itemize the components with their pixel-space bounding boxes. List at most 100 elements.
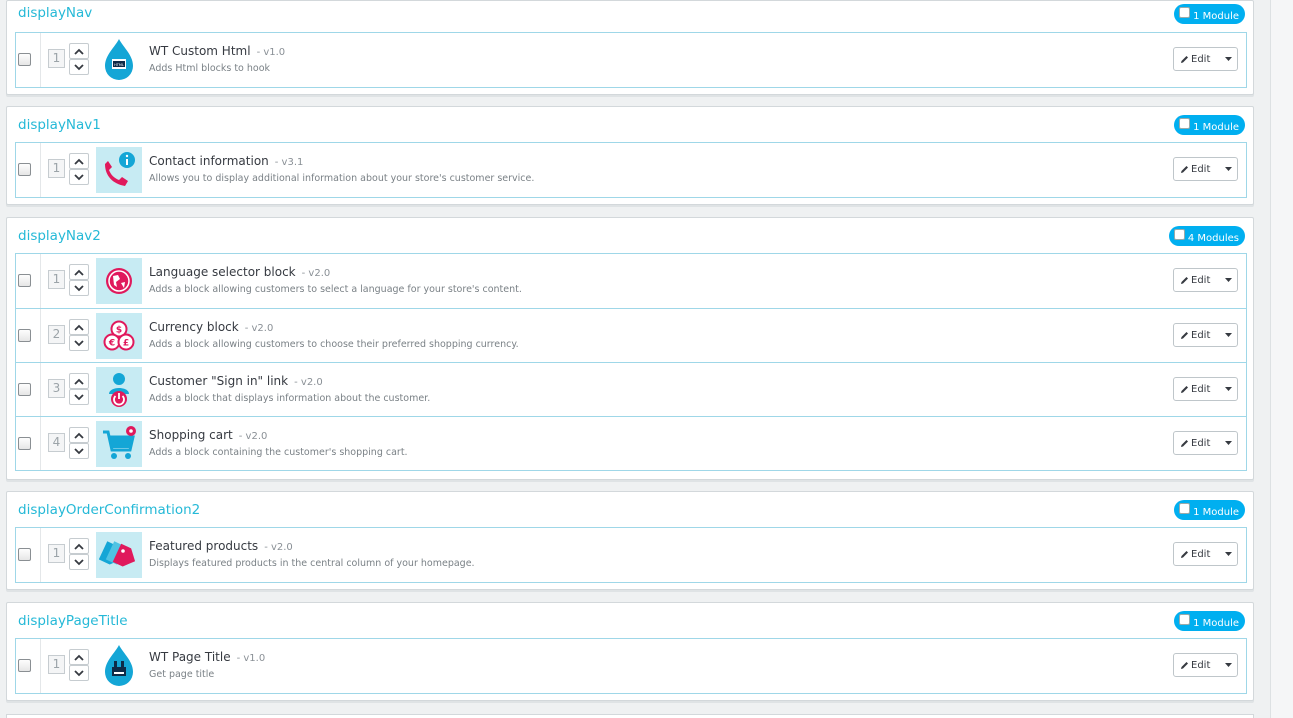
page-title-drop-icon	[96, 643, 142, 689]
chevron-up-icon	[74, 158, 84, 165]
edit-split-button[interactable]: Edit	[1173, 431, 1238, 455]
move-up-button[interactable]	[69, 373, 89, 389]
module-row[interactable]: 1 HTML WT Custom Html - v1.0 Adds Html bl…	[16, 33, 1246, 87]
select-all-checkbox[interactable]	[1179, 502, 1191, 514]
edit-split-button[interactable]: Edit	[1173, 323, 1238, 347]
chevron-up-icon	[74, 324, 84, 331]
edit-button[interactable]: Edit	[1174, 549, 1220, 560]
module-checkbox[interactable]	[18, 274, 31, 287]
module-checkbox[interactable]	[18, 383, 31, 396]
hook-title[interactable]: displayPageTitle	[18, 613, 128, 629]
module-row[interactable]: 2 $ € £ Currency block - v2.0 Adds a block …	[16, 308, 1246, 362]
edit-button[interactable]: Edit	[1174, 438, 1220, 449]
hook-panel-displayNav: displayNav 1 Module 1 HTML WT Custom Htm…	[6, 0, 1254, 95]
module-checkbox[interactable]	[18, 329, 31, 342]
price-tags-icon	[96, 532, 142, 578]
edit-button[interactable]: Edit	[1174, 164, 1220, 175]
move-down-button[interactable]	[69, 389, 89, 405]
module-row[interactable]: 1 Featured products - v2.0 Displays featu…	[16, 528, 1246, 582]
move-down-button[interactable]	[69, 554, 89, 570]
module-list: 1 Language selector block - v2.0 Adds a b…	[15, 253, 1247, 471]
module-row[interactable]: 1 WT Page Title - v1.0 Get page title Edi…	[16, 639, 1246, 693]
module-name: Featured products - v2.0	[149, 539, 293, 553]
edit-button[interactable]: Edit	[1174, 54, 1220, 65]
edit-split-button[interactable]: Edit	[1173, 542, 1238, 566]
hook-title[interactable]: displayNav1	[18, 117, 101, 133]
svg-text:HTML: HTML	[114, 63, 124, 67]
move-up-button[interactable]	[69, 264, 89, 280]
module-count-badge[interactable]: 1 Module	[1174, 4, 1245, 24]
module-row[interactable]: 4 Shopping cart - v2.0 Adds a block conta…	[16, 416, 1246, 470]
hook-title[interactable]: displayNav	[18, 5, 92, 21]
currency-icon: $ € £	[96, 313, 142, 359]
move-up-button[interactable]	[69, 153, 89, 169]
edit-split-button[interactable]: Edit	[1173, 268, 1238, 292]
module-checkbox[interactable]	[18, 437, 31, 450]
move-down-button[interactable]	[69, 665, 89, 681]
move-down-button[interactable]	[69, 169, 89, 185]
position-number: 4	[48, 433, 65, 452]
position-number: 1	[48, 655, 65, 674]
module-description: Displays featured products in the centra…	[149, 558, 475, 569]
module-positions-page: displayNav 1 Module 1 HTML WT Custom Htm…	[0, 0, 1293, 718]
module-description: Adds a block allowing customers to choos…	[149, 339, 519, 350]
module-count-badge[interactable]: 1 Module	[1174, 115, 1245, 135]
module-name: Shopping cart - v2.0	[149, 428, 268, 442]
module-row[interactable]: 1 Contact information - v3.1 Allows you t…	[16, 143, 1246, 197]
chevron-up-icon	[74, 654, 84, 661]
module-checkbox[interactable]	[18, 548, 31, 561]
module-checkbox[interactable]	[18, 659, 31, 672]
select-all-checkbox[interactable]	[1179, 117, 1191, 129]
module-row[interactable]: 3 Customer "Sign in" link - v2.0 Adds a b…	[16, 362, 1246, 416]
edit-button[interactable]: Edit	[1174, 330, 1220, 341]
pencil-icon	[1181, 661, 1188, 669]
module-count-badge[interactable]: 1 Module	[1174, 500, 1245, 520]
page-scrollbar[interactable]	[1270, 0, 1293, 718]
hook-title[interactable]: displayOrderConfirmation2	[18, 502, 200, 518]
hook-title[interactable]: displayNav2	[18, 228, 101, 244]
caret-down-icon[interactable]	[1220, 552, 1237, 556]
move-down-button[interactable]	[69, 335, 89, 351]
move-down-button[interactable]	[69, 59, 89, 75]
caret-down-icon[interactable]	[1220, 278, 1237, 282]
caret-down-icon[interactable]	[1220, 387, 1237, 391]
select-all-checkbox[interactable]	[1179, 613, 1191, 625]
caret-down-icon[interactable]	[1220, 441, 1237, 445]
select-all-checkbox[interactable]	[1179, 6, 1191, 18]
move-up-button[interactable]	[69, 538, 89, 554]
edit-button[interactable]: Edit	[1174, 384, 1220, 395]
caret-down-icon[interactable]	[1220, 167, 1237, 171]
module-count-badge[interactable]: 4 Modules	[1168, 226, 1245, 246]
edit-split-button[interactable]: Edit	[1173, 653, 1238, 677]
edit-split-button[interactable]: Edit	[1173, 47, 1238, 71]
phone-info-icon	[96, 147, 142, 193]
module-list: 1 WT Page Title - v1.0 Get page title Edi…	[15, 638, 1247, 694]
module-name: WT Page Title - v1.0	[149, 650, 266, 664]
move-down-button[interactable]	[69, 280, 89, 296]
module-checkbox[interactable]	[18, 163, 31, 176]
move-down-button[interactable]	[69, 443, 89, 459]
move-up-button[interactable]	[69, 319, 89, 335]
edit-button[interactable]: Edit	[1174, 275, 1220, 286]
chevron-down-icon	[74, 173, 84, 180]
module-name: Language selector block - v2.0	[149, 265, 331, 279]
module-row[interactable]: 1 Language selector block - v2.0 Adds a b…	[16, 254, 1246, 308]
caret-down-icon[interactable]	[1220, 663, 1237, 667]
move-up-button[interactable]	[69, 427, 89, 443]
move-up-button[interactable]	[69, 43, 89, 59]
caret-down-icon[interactable]	[1220, 333, 1237, 337]
chevron-up-icon	[74, 543, 84, 550]
move-up-button[interactable]	[69, 649, 89, 665]
caret-down-icon[interactable]	[1220, 57, 1237, 61]
edit-button[interactable]: Edit	[1174, 660, 1220, 671]
pencil-icon	[1181, 439, 1188, 447]
edit-split-button[interactable]: Edit	[1173, 157, 1238, 181]
pencil-icon	[1181, 55, 1188, 63]
hook-panel-displayOrderConfirmation2: displayOrderConfirmation2 1 Module 1 Fea…	[6, 491, 1254, 590]
select-all-checkbox[interactable]	[1173, 228, 1185, 240]
chevron-down-icon	[74, 339, 84, 346]
chevron-down-icon	[74, 284, 84, 291]
edit-split-button[interactable]: Edit	[1173, 377, 1238, 401]
module-count-badge[interactable]: 1 Module	[1174, 611, 1245, 631]
module-checkbox[interactable]	[18, 53, 31, 66]
